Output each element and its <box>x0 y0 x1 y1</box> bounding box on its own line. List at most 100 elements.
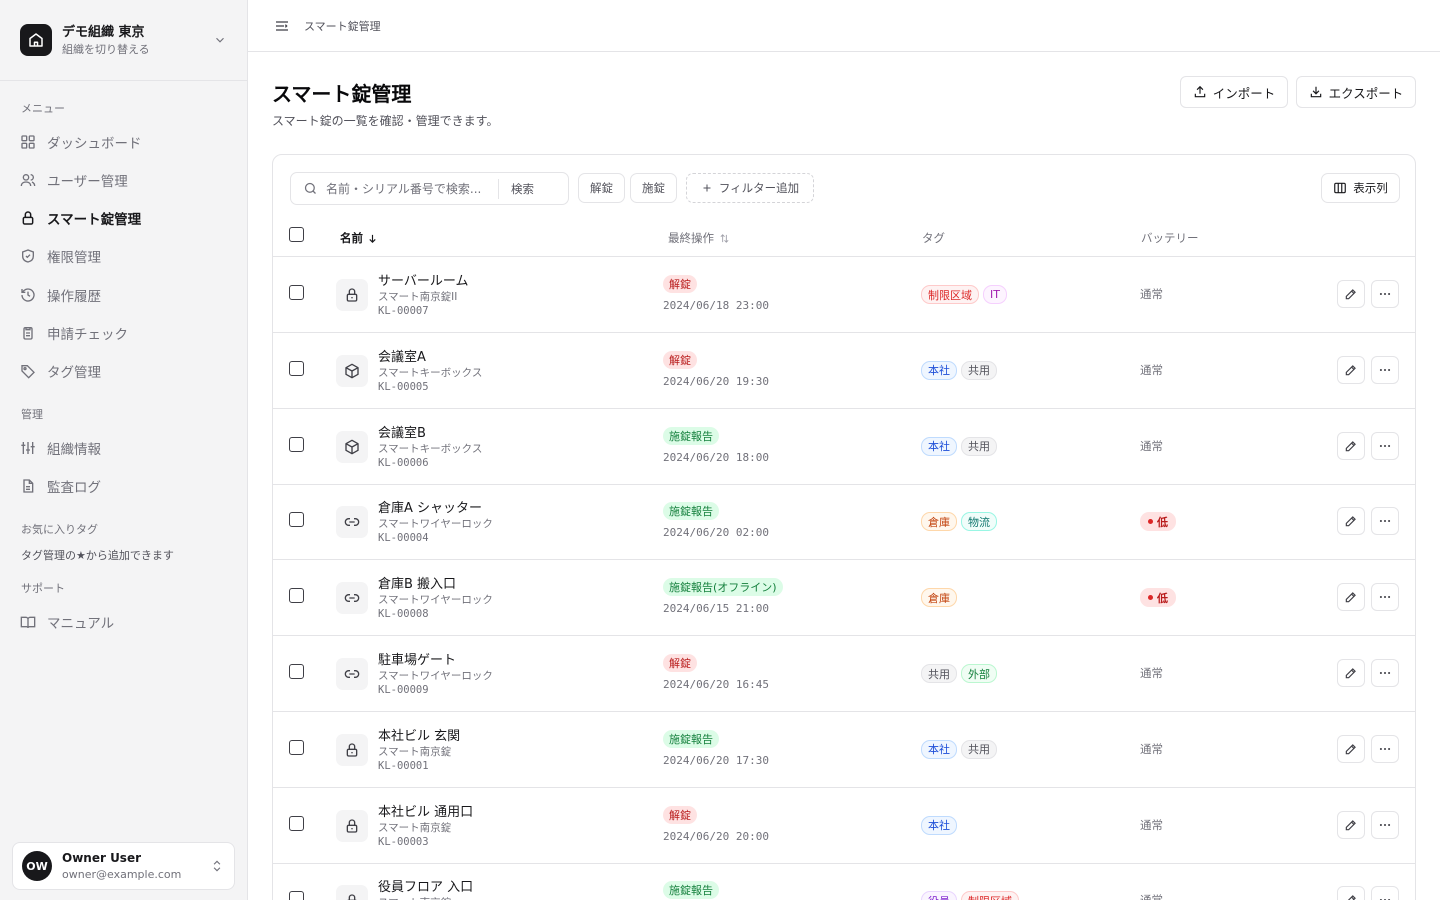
filter-unlock-chip[interactable]: 解錠 <box>578 173 625 203</box>
status-badge: 施錠報告 <box>663 729 719 748</box>
device-name[interactable]: 本社ビル 玄関 <box>378 725 460 744</box>
pencil-icon <box>1348 895 1356 900</box>
table-row[interactable]: サーバールーム スマート南京錠II KL-00007 解錠 2024/06/18 23:… <box>273 257 1415 333</box>
more-button[interactable] <box>1371 280 1399 308</box>
more-horizontal-icon <box>1379 747 1391 750</box>
row-checkbox[interactable] <box>289 285 304 300</box>
user-name: Owner User <box>62 851 142 865</box>
device-icon <box>336 279 368 311</box>
last-op-time: 2024/06/20 19:30 <box>663 374 769 388</box>
table-row[interactable]: 本社ビル 通用口 スマート南京錠 KL-00003 解錠 2024/06/20 20:0… <box>273 788 1415 864</box>
avatar: OW <box>22 851 52 881</box>
battery-status: 通常 <box>1140 362 1163 377</box>
more-horizontal-icon <box>1379 596 1391 599</box>
add-filter-button[interactable]: フィルター追加 <box>686 173 814 203</box>
sidebar-item-label: ダッシュボード <box>47 136 142 152</box>
edit-button[interactable] <box>1337 886 1365 900</box>
device-name[interactable]: 倉庫A シャッター <box>378 497 482 516</box>
page-title: スマート錠管理 <box>272 82 412 106</box>
download-icon <box>1310 86 1321 98</box>
device-name[interactable]: 会議室B <box>378 422 426 441</box>
sidebar-item-users[interactable]: ユーザー管理 <box>20 167 230 193</box>
edit-button[interactable] <box>1337 355 1365 384</box>
sidebar: デモ組織 東京 組織を切り替える メニュー ダッシュボード ユーザー管理 スマー… <box>0 0 248 900</box>
edit-button[interactable] <box>1337 507 1365 536</box>
sidebar-item-manual[interactable]: マニュアル <box>20 609 230 635</box>
table-row[interactable]: 会議室B スマートキーボックス KL-00006 施錠報告 2024/06/20 18:… <box>273 409 1415 485</box>
user-menu[interactable]: OW Owner User owner@example.com <box>12 842 235 890</box>
row-checkbox[interactable] <box>289 588 304 604</box>
device-name[interactable]: 会議室A <box>378 346 426 365</box>
device-name[interactable]: 本社ビル 通用口 <box>378 801 473 820</box>
sidebar-toggle-icon[interactable] <box>274 18 290 34</box>
sidebar-item-permissions[interactable]: 権限管理 <box>20 243 230 269</box>
select-all-checkbox[interactable] <box>289 227 304 242</box>
building-icon <box>20 24 52 56</box>
row-checkbox[interactable] <box>289 512 304 528</box>
edit-button[interactable] <box>1337 734 1365 763</box>
column-header-battery: バッテリー <box>1141 231 1199 245</box>
column-header-name[interactable]: 名前 <box>340 230 378 246</box>
more-button[interactable] <box>1371 810 1399 839</box>
sidebar-item-audit[interactable]: 監査ログ <box>20 473 230 499</box>
sidebar-item-smartlocks[interactable]: スマート錠管理 <box>20 205 230 231</box>
device-name[interactable]: 倉庫B 搬入口 <box>378 573 456 592</box>
search-bar[interactable]: 名前・シリアル番号で検索... 検索 <box>290 172 569 205</box>
table-row[interactable]: 倉庫A シャッター スマートワイヤーロック KL-00004 施錠報告 2024/06/… <box>273 484 1415 561</box>
edit-button[interactable] <box>1337 431 1365 460</box>
breadcrumb[interactable]: スマート錠管理 <box>304 18 381 34</box>
export-button[interactable]: エクスポート <box>1296 76 1416 108</box>
tag-badge: 制限区域 <box>961 891 1019 900</box>
device-name[interactable]: サーバールーム <box>378 270 468 289</box>
more-button[interactable] <box>1371 659 1399 687</box>
more-horizontal-icon <box>1379 823 1391 826</box>
sidebar-item-requests[interactable]: 申請チェック <box>20 320 230 346</box>
search-button[interactable]: 検索 <box>511 181 534 197</box>
sidebar-item-dashboard[interactable]: ダッシュボード <box>20 129 230 155</box>
package-icon <box>345 439 359 454</box>
sidebar-item-tags[interactable]: タグ管理 <box>20 358 230 384</box>
table-row[interactable]: 倉庫B 搬入口 スマートワイヤーロック KL-00008 施錠報告(オフライン) 202… <box>273 560 1415 637</box>
edit-button[interactable] <box>1337 659 1365 687</box>
row-checkbox[interactable] <box>289 891 304 900</box>
device-model: スマート南京錠 <box>378 895 451 900</box>
link-icon <box>344 518 360 527</box>
more-button[interactable] <box>1371 507 1399 536</box>
row-checkbox[interactable] <box>289 664 304 679</box>
sidebar-item-org-info[interactable]: 組織情報 <box>20 435 230 461</box>
device-name[interactable]: 駐車場ゲート <box>378 649 456 668</box>
more-button[interactable] <box>1371 583 1399 612</box>
table-row[interactable]: 駐車場ゲート スマートワイヤーロック KL-00009 解錠 2024/06/20 16… <box>273 636 1415 712</box>
fav-tags-note: タグ管理の★から追加できます <box>21 549 174 562</box>
sidebar-item-history[interactable]: 操作履歴 <box>20 282 230 308</box>
device-name[interactable]: 役員フロア 入口 <box>378 876 473 895</box>
last-op-time: 2024/06/20 20:00 <box>663 829 769 843</box>
more-button[interactable] <box>1371 886 1399 900</box>
sidebar-item-label: ユーザー管理 <box>47 174 128 190</box>
table-row[interactable]: 本社ビル 玄関 スマート南京錠 KL-00001 施錠報告 2024/06/20 17:… <box>273 712 1415 788</box>
nav-section-admin: 管理 <box>21 408 43 421</box>
tag-badge: 共用 <box>921 664 957 683</box>
import-button[interactable]: インポート <box>1180 76 1288 108</box>
edit-button[interactable] <box>1337 810 1365 839</box>
row-checkbox[interactable] <box>289 739 304 755</box>
more-button[interactable] <box>1371 355 1399 384</box>
row-checkbox[interactable] <box>289 360 304 376</box>
filter-lock-chip[interactable]: 施錠 <box>630 173 677 203</box>
table-row[interactable]: 役員フロア 入口スマート南京錠 施錠報告役員制限区域 通常 <box>273 863 1415 900</box>
table-row[interactable]: 会議室A スマートキーボックス KL-00005 解錠 2024/06/20 19:30… <box>273 333 1415 409</box>
more-horizontal-icon <box>1379 520 1391 523</box>
column-header-last-op[interactable]: 最終操作 <box>668 230 730 246</box>
edit-button[interactable] <box>1337 583 1365 612</box>
search-input[interactable]: 名前・シリアル番号で検索... <box>326 180 498 197</box>
edit-button[interactable] <box>1337 280 1365 308</box>
link-icon <box>344 670 360 678</box>
org-switcher[interactable]: デモ組織 東京 組織を切り替える <box>0 0 247 81</box>
tag-list: 役員制限区域 <box>921 891 1023 900</box>
row-checkbox[interactable] <box>289 815 304 831</box>
columns-button[interactable]: 表示列 <box>1321 173 1400 203</box>
sidebar-item-label: 組織情報 <box>47 442 101 458</box>
more-button[interactable] <box>1371 431 1399 460</box>
more-button[interactable] <box>1371 734 1399 763</box>
row-checkbox[interactable] <box>289 436 304 452</box>
